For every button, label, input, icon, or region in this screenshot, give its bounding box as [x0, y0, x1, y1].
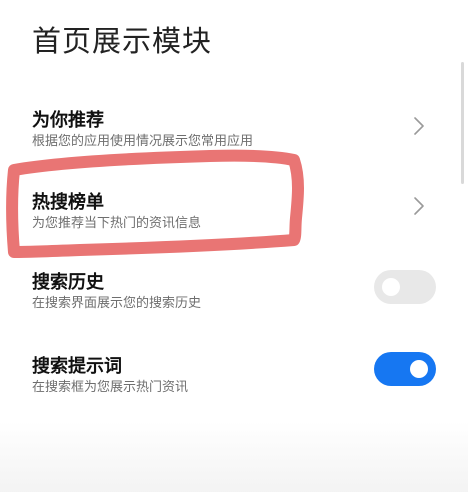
- search-history-toggle[interactable]: [374, 270, 436, 304]
- setting-title: 搜索提示词: [32, 356, 122, 377]
- setting-description: 为您推荐当下热门的资讯信息: [32, 216, 202, 231]
- toggle-knob: [410, 360, 428, 378]
- chevron-right-icon[interactable]: [410, 195, 428, 217]
- search-hints-toggle[interactable]: [374, 352, 436, 386]
- chevron-right-icon[interactable]: [410, 115, 428, 137]
- setting-row-search-hints[interactable]: 搜索提示词 在搜索框为您展示热门资讯: [0, 342, 468, 406]
- setting-description: 在搜索界面展示您的搜索历史: [32, 296, 202, 311]
- page-title: 首页展示模块: [32, 24, 213, 58]
- setting-title: 为你推荐: [32, 110, 104, 131]
- setting-title: 搜索历史: [32, 272, 104, 293]
- setting-row-hot-list[interactable]: 热搜榜单 为您推荐当下热门的资讯信息: [0, 178, 468, 242]
- setting-row-search-history[interactable]: 搜索历史 在搜索界面展示您的搜索历史: [0, 258, 468, 322]
- toggle-knob: [382, 278, 400, 296]
- setting-description: 根据您的应用使用情况展示您常用应用: [32, 134, 254, 149]
- bottom-fade: [0, 422, 468, 492]
- setting-description: 在搜索框为您展示热门资讯: [32, 380, 189, 395]
- setting-row-recommend[interactable]: 为你推荐 根据您的应用使用情况展示您常用应用: [0, 96, 468, 160]
- setting-title: 热搜榜单: [32, 192, 104, 213]
